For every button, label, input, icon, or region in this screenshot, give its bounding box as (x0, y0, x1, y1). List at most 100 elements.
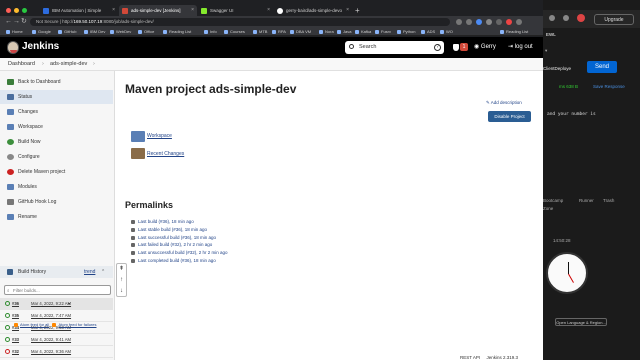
bookmark-item[interactable]: MTB (253, 28, 267, 36)
user-link[interactable]: ◉ Gerry (474, 42, 496, 52)
bookmark-item[interactable]: ADS (421, 28, 435, 36)
bookmark-item[interactable]: Courses (224, 28, 245, 36)
build-row[interactable]: #32 Mar 4, 2022, 9:36 AM (0, 346, 113, 358)
bookmark-item[interactable]: Info (204, 28, 217, 36)
bookmark-item[interactable]: Reading List (163, 28, 191, 36)
maximize-window-icon[interactable] (22, 8, 27, 13)
chevron-up-icon[interactable]: ⌃ (101, 266, 105, 278)
save-response-button[interactable]: Save Response (593, 84, 625, 89)
back-arrow-icon[interactable]: ← (5, 17, 12, 27)
profile-avatar-icon[interactable] (496, 19, 502, 25)
jenkins-logo-icon[interactable] (7, 41, 19, 54)
address-bar[interactable]: Not Secure | http://169.50.107.19:8080/j… (30, 18, 450, 26)
environment-select[interactable]: ▾ (545, 48, 547, 54)
alert-badge[interactable]: 1 (460, 43, 468, 51)
minimize-window-icon[interactable] (14, 8, 19, 13)
sidebar-item-delete-project[interactable]: Delete Maven project (0, 165, 113, 179)
shield-icon[interactable] (453, 44, 459, 51)
settings-icon[interactable] (549, 15, 555, 21)
recent-changes-link[interactable]: Recent Changes (147, 151, 184, 157)
open-language-button[interactable]: Open Language & Region... (555, 318, 607, 326)
help-icon[interactable]: ? (434, 44, 441, 51)
build-date[interactable]: Mar 4, 2022, 7:47 AM (31, 310, 71, 322)
bookmark-item[interactable]: DBA VM (290, 28, 311, 36)
jenkins-version[interactable]: Jenkins 2.319.3 (486, 355, 518, 360)
brand-name[interactable]: Jenkins (22, 40, 59, 54)
sidebar-item-back-to-dashboard[interactable]: Back to Dashboard (0, 75, 113, 89)
close-tab-icon[interactable]: × (346, 5, 349, 16)
notifications-icon[interactable] (563, 15, 569, 21)
sidebar-item-changes[interactable]: Changes (0, 105, 113, 119)
sidebar-item-workspace[interactable]: Workspace (0, 120, 113, 134)
permalink-last-successful[interactable]: Last successful build (#36), 18 min ago (130, 235, 216, 240)
close-tab-icon[interactable]: × (191, 5, 194, 16)
send-button[interactable]: Send (587, 61, 617, 73)
add-description-link[interactable]: ✎ Add description (486, 100, 522, 106)
share-icon[interactable] (456, 19, 462, 25)
build-row[interactable]: #35 Mar 4, 2022, 7:47 AM (0, 310, 113, 322)
build-number[interactable]: #33 (12, 334, 19, 346)
sidebar-item-status[interactable]: Status (0, 90, 113, 104)
build-row[interactable]: #36 Mar 4, 2022, 9:22 AM ▾ (0, 298, 113, 310)
logout-link[interactable]: ⇥ log out (508, 42, 533, 52)
runner-link[interactable]: Runner (579, 198, 594, 203)
reload-icon[interactable]: ↻ (21, 17, 27, 27)
permalink-last-build[interactable]: Last build (#36), 18 min ago (131, 219, 194, 224)
sidebar-item-configure[interactable]: Configure (0, 150, 113, 164)
bookmark-item[interactable]: IBM Dev (84, 28, 105, 36)
bookmark-item[interactable]: Python (397, 28, 415, 36)
bootcamp-link[interactable]: Bootcamp (543, 198, 563, 203)
puzzle-icon[interactable] (486, 19, 492, 25)
bookmark-item[interactable]: RPA (272, 28, 286, 36)
bookmark-item[interactable]: Nora (319, 28, 334, 36)
bookmark-item[interactable]: Office (138, 28, 154, 36)
permalink-last-failed[interactable]: Last failed build (#32), 2 hr 2 min ago (130, 242, 212, 247)
build-date[interactable]: Mar 4, 2022, 9:36 AM (31, 346, 71, 358)
build-number[interactable]: #35 (12, 310, 19, 322)
atom-feed-failures-link[interactable]: Atom feed for failures (58, 322, 96, 327)
dropdown-arrow-icon[interactable]: ▾ (68, 298, 70, 310)
upgrade-button[interactable]: Upgrade (594, 14, 634, 25)
atom-feed-all-link[interactable]: Atom feed for all (20, 322, 49, 327)
rest-api-link[interactable]: REST API (460, 355, 480, 360)
close-tab-icon[interactable]: × (267, 5, 270, 16)
close-window-icon[interactable] (6, 8, 11, 13)
new-tab-button[interactable]: + (355, 6, 360, 15)
update-icon[interactable] (506, 19, 512, 25)
workspace-link[interactable]: Workspace (147, 133, 172, 139)
bookmark-star-icon[interactable] (466, 19, 472, 25)
scroll-down-icon[interactable]: ↓ (117, 286, 126, 297)
permalink-last-stable[interactable]: Last stable build (#36), 18 min ago (130, 227, 207, 232)
breadcrumb-dashboard[interactable]: Dashboard (8, 58, 35, 71)
build-date[interactable]: Mar 4, 2022, 9:22 AM (31, 298, 71, 310)
build-number[interactable]: #36 (12, 298, 19, 310)
scroll-top-icon[interactable]: ⇞ (117, 264, 126, 275)
sidebar-item-github-hook-log[interactable]: GitHub Hook Log (0, 195, 113, 209)
sidebar-item-modules[interactable]: Modules (0, 180, 113, 194)
tab-ibm-automation[interactable]: IBM Automation | Simple × (40, 5, 118, 16)
scroll-controls[interactable]: ⇞ ↑ ↓ (116, 263, 127, 297)
scroll-up-icon[interactable]: ↑ (117, 275, 126, 286)
reading-list[interactable]: Reading List (500, 28, 528, 36)
sidebar-item-rename[interactable]: Rename (0, 210, 113, 224)
permalink-last-unsuccessful[interactable]: Last unsuccessful build (#32), 2 hr 2 mi… (131, 250, 228, 255)
search-input[interactable]: Search ? (345, 41, 444, 54)
bookmark-item[interactable]: Google (32, 28, 51, 36)
trash-link[interactable]: Trash (603, 198, 614, 203)
disable-project-button[interactable]: Disable Project (488, 111, 531, 122)
extension-icon[interactable] (476, 19, 482, 25)
filter-builds-input[interactable]: ⌕ Filter builds... (4, 285, 111, 295)
bookmark-item[interactable]: Fusrv (375, 28, 391, 36)
build-number[interactable]: #32 (12, 346, 19, 358)
sidebar-item-build-now[interactable]: Build Now (0, 135, 113, 149)
request-url-fragment[interactable]: ClientDeploye (543, 66, 571, 71)
build-row[interactable]: #33 Mar 4, 2022, 9:41 AM (0, 334, 113, 346)
environment-label[interactable]: EWL (546, 32, 556, 37)
bookmark-item[interactable]: Home (6, 28, 23, 36)
bookmark-item[interactable]: Kafka (355, 28, 371, 36)
build-date[interactable]: Mar 4, 2022, 9:41 AM (31, 334, 71, 346)
close-tab-icon[interactable]: × (112, 5, 115, 16)
bookmark-item[interactable]: GitHub (58, 28, 76, 36)
tab-github[interactable]: gerry-baird/ads-simple-devo × (274, 5, 352, 16)
tab-swagger[interactable]: Swagger UI × (198, 5, 273, 16)
